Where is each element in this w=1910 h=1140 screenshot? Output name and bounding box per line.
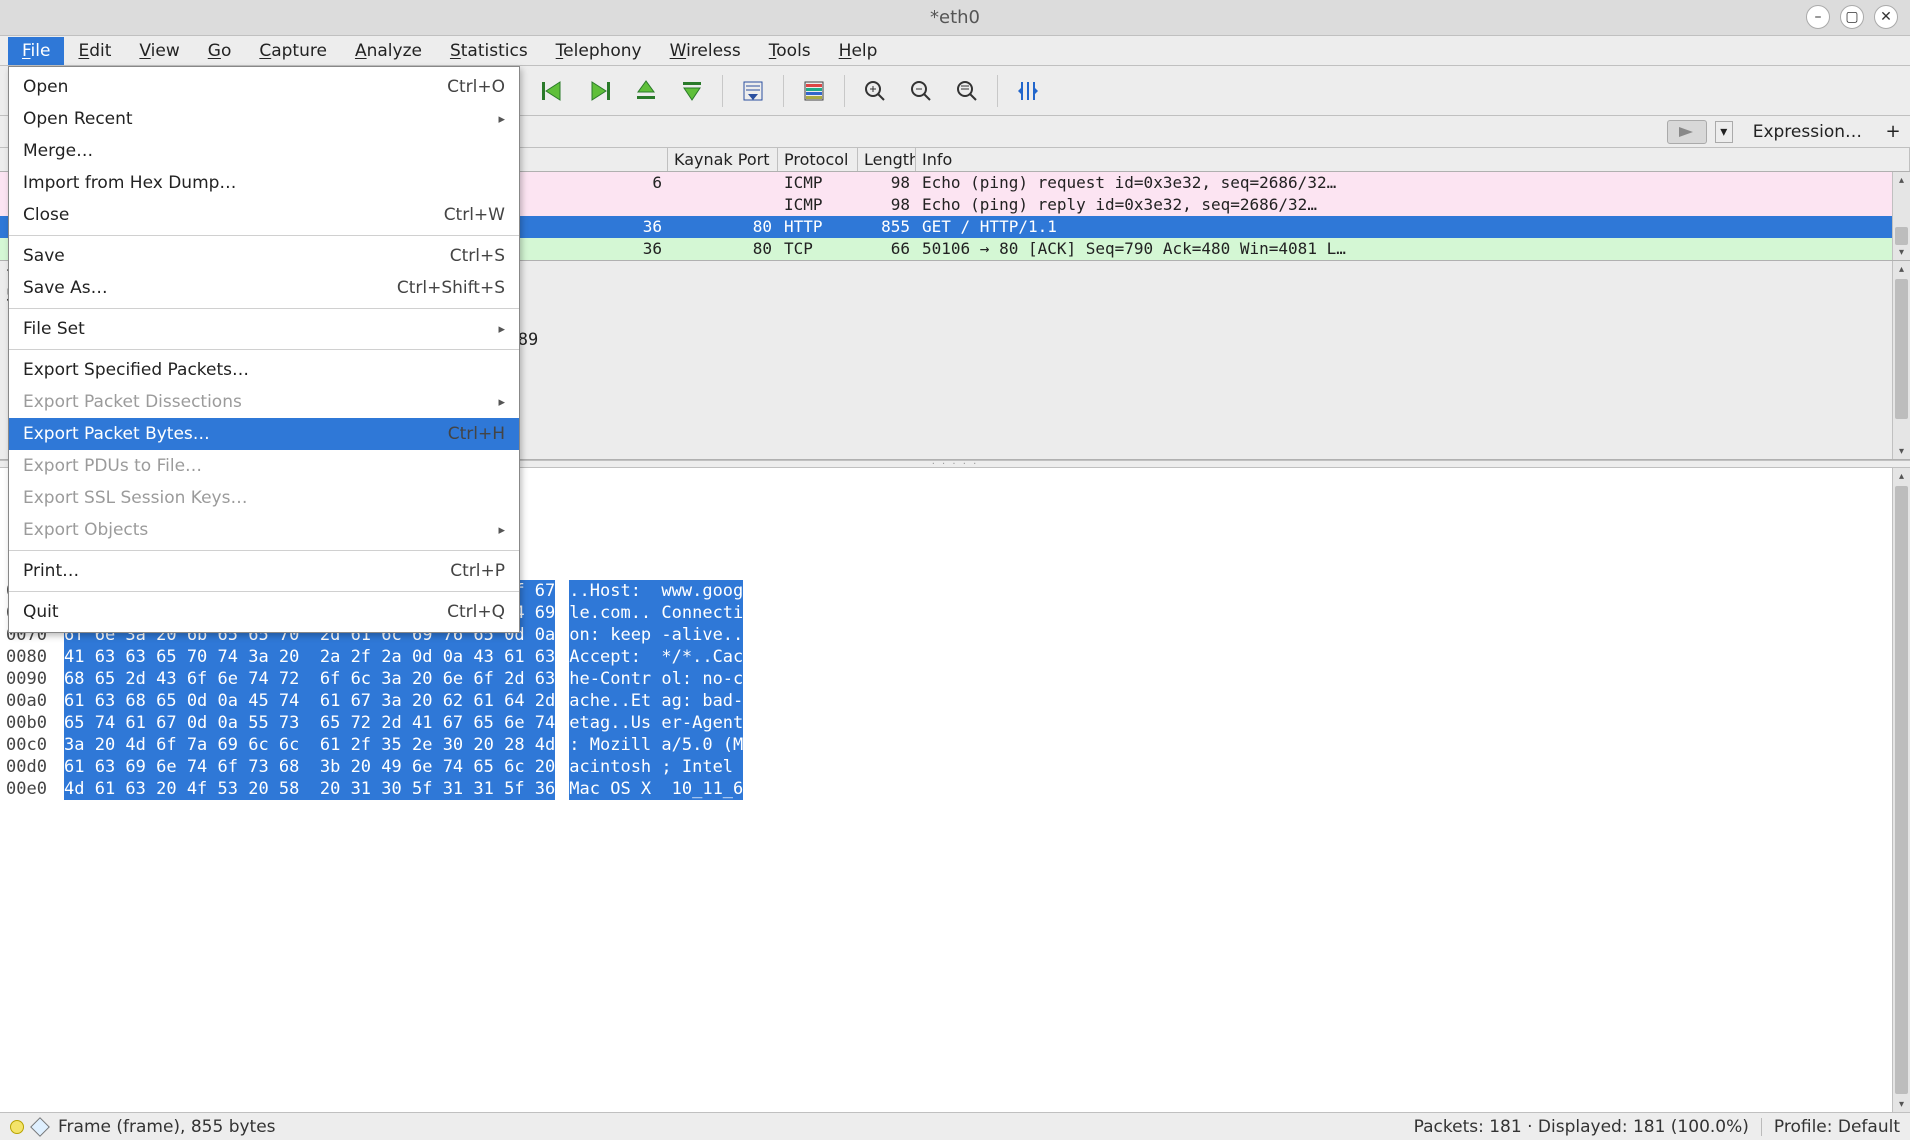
menu-item: Export PDUs to File… [9,450,519,482]
maximize-button[interactable]: ▢ [1840,5,1864,29]
expert-info-icon[interactable] [10,1120,24,1134]
hex-line[interactable]: 00e04d 61 63 20 4f 53 20 58 20 31 30 5f … [6,778,1886,800]
menu-item[interactable]: Export Packet Bytes…Ctrl+H [9,418,519,450]
menu-item: Export SSL Session Keys… [9,482,519,514]
status-left: Frame (frame), 855 bytes [58,1117,276,1137]
status-profile[interactable]: Profile: Default [1774,1117,1900,1137]
menu-edit[interactable]: Edit [64,37,125,65]
hex-line[interactable]: 008041 63 63 65 70 74 3a 20 2a 2f 2a 0d … [6,646,1886,668]
packet-list-scrollbar[interactable]: ▴ ▾ [1892,172,1910,260]
filter-add-button[interactable]: + [1882,121,1904,143]
menu-item[interactable]: SaveCtrl+S [9,240,519,272]
col-protocol[interactable]: Protocol [778,148,858,171]
menu-item[interactable]: QuitCtrl+Q [9,596,519,628]
menu-analyze[interactable]: Analyze [341,37,436,65]
menu-item: Export Objects▸ [9,514,519,546]
minimize-button[interactable]: – [1806,5,1830,29]
go-down-button[interactable] [672,72,712,110]
menu-item[interactable]: Import from Hex Dump… [9,167,519,199]
menu-view[interactable]: View [125,37,193,65]
window-buttons: – ▢ ✕ [1806,5,1898,29]
hex-scrollbar[interactable]: ▴ ▾ [1892,468,1910,1112]
hex-line[interactable]: 00d061 63 69 6e 74 6f 73 68 3b 20 49 6e … [6,756,1886,778]
menu-item[interactable]: Save As…Ctrl+Shift+S [9,272,519,304]
close-button[interactable]: ✕ [1874,5,1898,29]
menu-item[interactable]: File Set▸ [9,313,519,345]
zoom-reset-button[interactable] [947,72,987,110]
titlebar: *eth0 – ▢ ✕ [0,0,1910,36]
zoom-out-button[interactable] [901,72,941,110]
filter-apply-button[interactable] [1667,120,1707,144]
go-up-button[interactable] [626,72,666,110]
window-title: *eth0 [930,7,980,28]
menu-help[interactable]: Help [825,37,892,65]
statusbar: Frame (frame), 855 bytes Packets: 181 · … [0,1112,1910,1140]
menu-item: Export Packet Dissections▸ [9,386,519,418]
menu-file[interactable]: File [8,37,64,65]
filter-history-dropdown[interactable]: ▾ [1715,121,1733,143]
menu-item[interactable]: OpenCtrl+O [9,71,519,103]
menu-item[interactable]: Open Recent▸ [9,103,519,135]
col-info[interactable]: Info [916,148,1910,171]
resize-columns-button[interactable] [1008,72,1048,110]
menu-go[interactable]: Go [194,37,246,65]
menu-statistics[interactable]: Statistics [436,37,542,65]
hex-line[interactable]: 00b065 74 61 67 0d 0a 55 73 65 72 2d 41 … [6,712,1886,734]
file-menu: OpenCtrl+OOpen Recent▸Merge…Import from … [8,66,520,633]
menu-wireless[interactable]: Wireless [656,37,755,65]
menu-telephony[interactable]: Telephony [542,37,656,65]
menu-capture[interactable]: Capture [245,37,341,65]
hex-line[interactable]: 00a061 63 68 65 0d 0a 45 74 61 67 3a 20 … [6,690,1886,712]
menu-item[interactable]: Print…Ctrl+P [9,555,519,587]
go-last-button[interactable] [580,72,620,110]
hex-line[interactable]: 00c03a 20 4d 6f 7a 69 6c 6c 61 2f 35 2e … [6,734,1886,756]
menu-tools[interactable]: Tools [755,37,825,65]
go-first-button[interactable] [534,72,574,110]
colorize-button[interactable] [794,72,834,110]
col-length[interactable]: Length [858,148,916,171]
menubar: FileEditViewGoCaptureAnalyzeStatisticsTe… [0,36,1910,66]
col-kaynak-port[interactable]: Kaynak Port [668,148,778,171]
menu-item[interactable]: Merge… [9,135,519,167]
edit-capture-comment-icon[interactable] [32,1119,48,1135]
expression-button[interactable]: Expression… [1741,122,1874,142]
autoscroll-button[interactable] [733,72,773,110]
menu-item[interactable]: CloseCtrl+W [9,199,519,231]
menu-item[interactable]: Export Specified Packets… [9,354,519,386]
details-scrollbar[interactable]: ▴ ▾ [1892,261,1910,459]
zoom-in-button[interactable] [855,72,895,110]
status-packets: Packets: 181 · Displayed: 181 (100.0%) [1414,1117,1749,1137]
hex-line[interactable]: 009068 65 2d 43 6f 6e 74 72 6f 6c 3a 20 … [6,668,1886,690]
